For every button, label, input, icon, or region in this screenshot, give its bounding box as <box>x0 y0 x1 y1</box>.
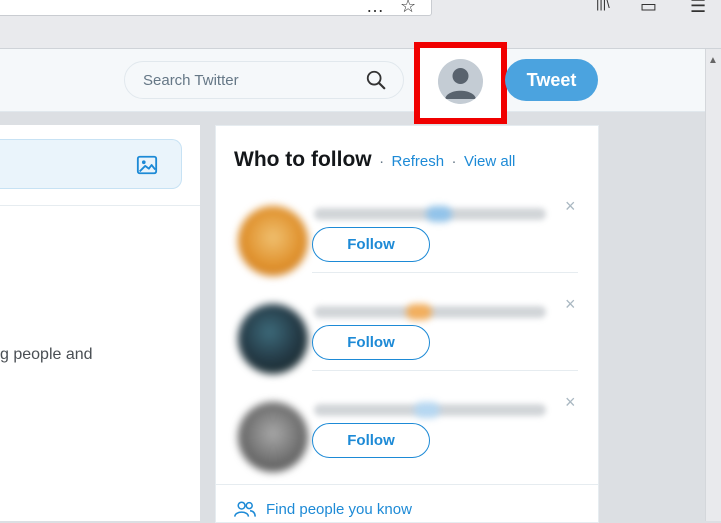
menu-icon[interactable]: ☰ <box>690 0 706 17</box>
profile-highlight-box <box>414 42 507 124</box>
suggestion-avatar[interactable] <box>238 402 308 472</box>
find-people-link[interactable]: Find people you know <box>266 501 412 518</box>
dismiss-icon[interactable]: × <box>565 294 576 315</box>
who-to-follow-panel: Who to follow · Refresh · View all × Fol… <box>215 125 599 523</box>
suggestion-name-blurred <box>314 304 546 320</box>
more-icon[interactable]: … <box>366 0 384 17</box>
divider <box>312 370 578 371</box>
sidebar-icon[interactable]: ▭ <box>640 0 657 17</box>
avatar-icon <box>438 59 483 104</box>
dismiss-icon[interactable]: × <box>565 196 576 217</box>
twitter-nav-bar: Tweet <box>0 42 705 124</box>
search-box[interactable] <box>124 61 404 99</box>
image-icon[interactable] <box>136 154 158 176</box>
suggestion-item: × Follow <box>216 392 598 496</box>
who-to-follow-title: Who to follow <box>234 148 372 171</box>
compose-tweet-box[interactable] <box>0 139 182 189</box>
follow-button[interactable]: Follow <box>312 227 430 262</box>
suggestion-avatar[interactable] <box>238 304 308 374</box>
timeline-empty-text: g people and <box>0 346 93 363</box>
suggestion-name-blurred <box>314 402 546 418</box>
separator: · <box>451 153 457 170</box>
refresh-link[interactable]: Refresh <box>392 153 445 170</box>
separator: · <box>379 153 385 170</box>
suggestion-name-blurred <box>314 206 546 222</box>
people-icon <box>234 501 256 517</box>
find-people-row[interactable]: Find people you know <box>234 500 412 518</box>
browser-toolbar: … ☆ |||\ ▭ ☰ <box>0 0 721 49</box>
suggestion-avatar[interactable] <box>238 206 308 276</box>
profile-avatar-button[interactable] <box>438 59 483 104</box>
timeline-panel: g people and <box>0 125 200 521</box>
page-scrollbar[interactable]: ▲ <box>705 49 721 521</box>
bookmark-star-icon[interactable]: ☆ <box>400 0 416 17</box>
follow-button[interactable]: Follow <box>312 325 430 360</box>
who-to-follow-header: Who to follow · Refresh · View all <box>234 148 515 172</box>
library-icon[interactable]: |||\ <box>596 0 610 11</box>
follow-button[interactable]: Follow <box>312 423 430 458</box>
search-icon[interactable] <box>365 69 387 91</box>
search-input[interactable] <box>141 70 365 90</box>
divider <box>0 205 200 206</box>
suggestion-item: × Follow <box>216 294 598 398</box>
suggestion-item: × Follow <box>216 196 598 300</box>
scroll-up-icon[interactable]: ▲ <box>708 55 718 66</box>
view-all-link[interactable]: View all <box>464 153 515 170</box>
dismiss-icon[interactable]: × <box>565 392 576 413</box>
tweet-button[interactable]: Tweet <box>505 59 598 101</box>
divider <box>216 484 598 485</box>
divider <box>312 272 578 273</box>
